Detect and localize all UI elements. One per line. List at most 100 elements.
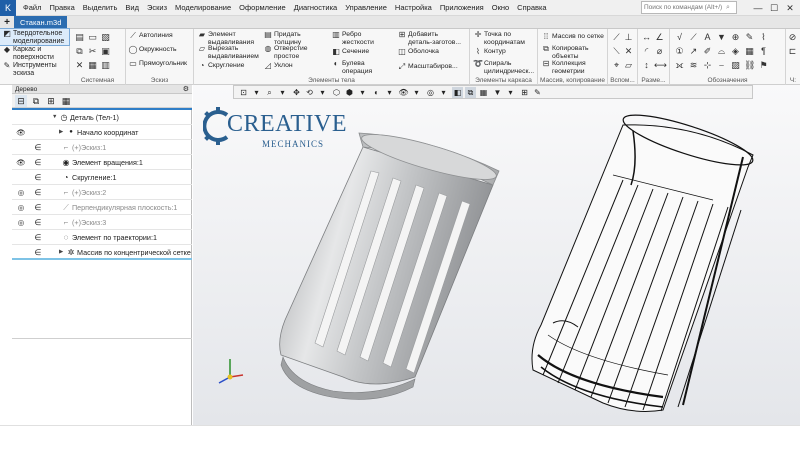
3d-viewport[interactable]: ⊡ ▾ ⌕ ▾ ✥ ⟲ ▾ ⬡ ⬢ ▾ ◐ ▾ 👁 ▾ ◎ ▾ ◧ ⧉ ▦ ▼ … xyxy=(193,85,800,425)
mode-item-0[interactable]: ◩ Твердотельное моделирование xyxy=(0,28,70,46)
scale-button[interactable]: ⤢ Масштабиров... xyxy=(396,63,458,71)
hidden-eye-icon[interactable]: ◎ xyxy=(16,200,26,215)
eye-icon[interactable]: 👁 xyxy=(16,155,26,170)
open-icon[interactable]: ▧ xyxy=(100,32,111,43)
spiral-button[interactable]: ➰ Спираль цилиндрическ... xyxy=(472,60,534,75)
height-dimension-icon[interactable]: ↕ xyxy=(641,60,652,70)
add-part-button[interactable]: ⊞ Добавить деталь-заготов... xyxy=(396,31,461,46)
center-mark-icon[interactable]: ⊹ xyxy=(702,60,713,71)
lcs-icon[interactable]: ⌖ xyxy=(611,60,622,71)
tree-row-sketch3[interactable]: ◎ ∈ ⌐ (+)Эскиз:3 xyxy=(12,215,192,230)
base-mark-icon[interactable]: ▼ xyxy=(716,32,727,42)
search-icon[interactable]: ⌕ xyxy=(726,4,730,12)
geometry-collection-button[interactable]: ⊟ Коллекция геометрии xyxy=(540,60,586,75)
chain-icon[interactable]: ⛓ xyxy=(744,60,755,71)
brush-icon[interactable]: ⌇ xyxy=(758,32,769,43)
position-icon[interactable]: ① xyxy=(674,46,685,57)
shell-button[interactable]: ◫ Оболочка xyxy=(396,48,439,56)
rectangle-button[interactable]: ▭ Прямоугольник xyxy=(127,60,187,68)
expand-arrow-icon[interactable]: ▶ xyxy=(59,245,63,260)
coordinate-triad-icon[interactable] xyxy=(215,355,245,385)
faceted-glass-render[interactable] xyxy=(531,106,757,412)
arrow-view-icon[interactable]: ↗ xyxy=(688,46,699,57)
hidden-eye-icon[interactable]: ◎ xyxy=(16,215,26,230)
hole-button[interactable]: ◍ Отверстие простое xyxy=(262,45,308,60)
aux-line-icon[interactable]: ⟍ xyxy=(611,46,622,57)
thread-icon[interactable]: ≋ xyxy=(688,60,699,71)
tree-row-sketch2[interactable]: ◎ ∈ ⌐ (+)Эскиз:2 xyxy=(12,185,192,200)
properties-icon[interactable]: ▦ xyxy=(87,60,98,71)
dimension-icon[interactable]: ↔ xyxy=(641,32,652,42)
line-dimension-icon[interactable]: ⟷ xyxy=(654,60,667,71)
menu-item-9[interactable]: Настройка xyxy=(391,0,436,16)
cut-line-icon[interactable]: ⟗ xyxy=(674,60,685,71)
gear-icon[interactable]: ⚙ xyxy=(183,85,189,94)
command-search-input[interactable] xyxy=(644,4,726,11)
menu-item-1[interactable]: Правка xyxy=(45,0,78,16)
boolean-button[interactable]: ◐ Булева операция xyxy=(330,60,373,75)
section-button[interactable]: ◧ Сечение xyxy=(330,48,369,56)
tree-view-icon[interactable]: ⊞ xyxy=(45,95,57,107)
expand-arrow-icon[interactable]: ▶ xyxy=(59,125,63,140)
minimize-button[interactable]: — xyxy=(750,3,766,13)
symbol-icon[interactable]: ¶ xyxy=(758,46,769,56)
contour-button[interactable]: ⌇ Контур xyxy=(472,48,506,56)
weld-icon[interactable]: ⌓ xyxy=(716,46,727,57)
flag-icon[interactable]: ⚑ xyxy=(758,60,769,71)
delete-icon[interactable]: ✕ xyxy=(74,60,85,71)
grid-array-button[interactable]: ⁞⁞ Массив по сетке xyxy=(540,33,604,41)
tree-row-sketch1[interactable]: ∈ ⌐ (+)Эскиз:1 xyxy=(12,140,192,155)
document-tab[interactable]: Стакан.m3d xyxy=(14,16,68,29)
kompas-logo-icon[interactable]: K xyxy=(0,0,16,16)
menu-item-10[interactable]: Приложения xyxy=(436,0,488,16)
aux-surface-icon[interactable]: ▱ xyxy=(623,60,634,71)
menu-item-0[interactable]: Файл xyxy=(19,0,45,16)
diameter-dimension-icon[interactable]: ⌀ xyxy=(654,46,665,57)
menu-item-8[interactable]: Управление xyxy=(341,0,391,16)
radius-dimension-icon[interactable]: ◜ xyxy=(641,46,652,57)
menu-item-6[interactable]: Оформление xyxy=(235,0,290,16)
tree-row-origin[interactable]: 👁 ▶ ● Начало координат xyxy=(12,125,192,140)
command-search[interactable]: ⌕ xyxy=(641,1,737,14)
point-coords-button[interactable]: ✛ Точка по координатам xyxy=(472,31,525,46)
plane-icon[interactable]: ⟋ xyxy=(611,32,622,43)
line-mark-icon[interactable]: ⎯ xyxy=(716,60,727,71)
aux-point-icon[interactable]: ✕ xyxy=(623,46,634,57)
maximize-button[interactable]: ☐ xyxy=(766,3,782,14)
collapse-arrow-icon[interactable]: ▼ xyxy=(52,110,57,125)
paste-icon[interactable]: ▣ xyxy=(100,46,111,57)
menu-item-7[interactable]: Диагностика xyxy=(290,0,341,16)
cut-extrude-button[interactable]: ▱ Вырезать выдавливанием xyxy=(196,45,259,60)
tree-row-fillet[interactable]: ∈ ◔ Скругление:1 xyxy=(12,170,192,185)
copy-icon[interactable]: ⧉ xyxy=(74,46,85,57)
hidden-eye-icon[interactable]: ◎ xyxy=(16,185,26,200)
new-document-button[interactable]: + xyxy=(1,16,13,29)
tree-structure-icon[interactable]: ⊟ xyxy=(15,95,27,107)
mark-icon[interactable]: ◈ xyxy=(730,46,741,57)
solid-glass-model[interactable] xyxy=(279,126,500,400)
slope-button[interactable]: ◿ Уклон xyxy=(262,62,293,70)
mode-item-2[interactable]: ✎ Инструменты эскиза xyxy=(0,61,69,78)
tree-row-part[interactable]: ▼ ◷ Деталь (Тел-1) xyxy=(12,110,192,125)
copy-objects-button[interactable]: ⧉ Копировать объекты xyxy=(540,45,588,60)
tree-row-sweep[interactable]: ∈ ◌ Элемент по траектории:1 xyxy=(12,230,192,245)
menu-item-2[interactable]: Выделить xyxy=(79,0,122,16)
menu-item-4[interactable]: Эскиз xyxy=(143,0,171,16)
leader-icon[interactable]: ⟋ xyxy=(688,32,699,43)
mode-item-1[interactable]: ◆ Каркас и поверхности xyxy=(0,45,69,62)
tree-row-plane[interactable]: ◎ ∈ ⟋ Перпендикулярная плоскость:1 xyxy=(12,200,192,215)
menu-item-3[interactable]: Вид xyxy=(121,0,143,16)
tree-filter-icon[interactable]: ⧉ xyxy=(30,95,42,107)
circle-button[interactable]: ◯ Окружность xyxy=(127,46,177,54)
hatch-icon[interactable]: ▨ xyxy=(730,60,741,71)
eye-icon[interactable]: 👁 xyxy=(16,125,26,140)
rib-button[interactable]: ▥ Ребро жесткости xyxy=(330,31,374,46)
new-file-icon[interactable]: ▤ xyxy=(74,32,85,43)
doc-icon[interactable]: ▭ xyxy=(87,32,98,43)
tree-row-array[interactable]: ∈ ▶ ✲ Массив по концентрической сетке xyxy=(12,245,192,260)
tolerance-icon[interactable]: ⊕ xyxy=(730,32,741,43)
angle-dimension-icon[interactable]: ∠ xyxy=(654,32,665,43)
cut-icon[interactable]: ✂ xyxy=(87,46,98,57)
menu-item-12[interactable]: Справка xyxy=(513,0,550,16)
axis-icon[interactable]: ⊥ xyxy=(623,32,634,43)
